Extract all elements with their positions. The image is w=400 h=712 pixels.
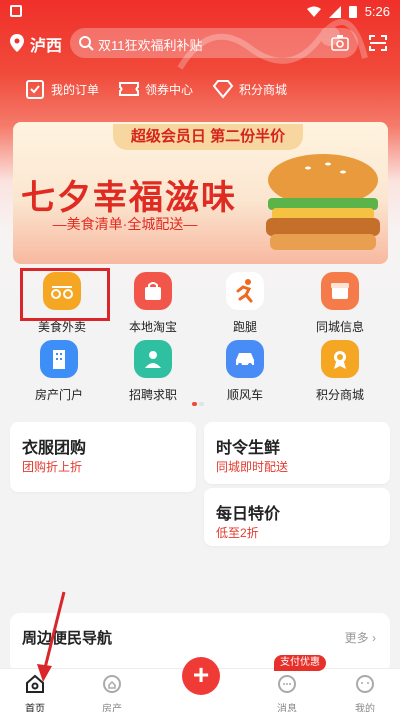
quick-link-label: 我的订单 xyxy=(51,82,100,97)
diamond-icon xyxy=(212,80,234,99)
status-bar: 5:26 xyxy=(0,0,400,24)
signal-icon xyxy=(328,5,341,18)
category-label: 积分商城 xyxy=(315,388,364,402)
search-bar[interactable]: 双11狂欢福利补贴 xyxy=(70,28,358,58)
card-title: 每日特价 xyxy=(216,506,281,523)
house-icon xyxy=(103,675,121,693)
runner-icon xyxy=(226,272,264,310)
category-errand[interactable]: 跑腿 xyxy=(205,272,285,335)
profile-icon xyxy=(356,675,374,693)
more-link[interactable]: 更多 › xyxy=(345,629,376,646)
quick-link-orders[interactable]: 我的订单 xyxy=(24,78,99,100)
camera-icon[interactable] xyxy=(330,33,350,53)
quick-link-label: 领券中心 xyxy=(145,82,194,97)
category-points-mall[interactable]: 积分商城 xyxy=(300,340,380,403)
card-title: 时令生鲜 xyxy=(216,440,281,457)
notification-icon xyxy=(10,5,22,17)
promo-banner[interactable]: 超级会员日 第二份半价 七夕幸福滋味 —美食清单·全城配送— xyxy=(13,122,388,264)
shopping-bag-icon xyxy=(134,272,172,310)
banner-title: 七夕幸福滋味 xyxy=(21,179,237,217)
search-placeholder: 双11狂欢福利补贴 xyxy=(98,38,203,53)
top-bar: 泸西 双11狂欢福利补贴 xyxy=(0,26,400,58)
chevron-right-icon: › xyxy=(372,631,376,645)
nav-profile[interactable]: 我的 xyxy=(340,673,390,712)
category-local-taobao[interactable]: 本地淘宝 xyxy=(113,272,193,335)
nav-real-estate[interactable]: 房产 xyxy=(87,673,137,712)
box-icon xyxy=(321,272,359,310)
nav-label: 房产 xyxy=(102,704,122,712)
category-jobs[interactable]: 招聘求职 xyxy=(113,340,193,403)
card-title: 衣服团购 xyxy=(22,440,87,457)
nav-label: 消息 xyxy=(277,704,297,712)
card-daily-deals[interactable]: 每日特价 低至2折 xyxy=(204,488,390,546)
category-label: 本地淘宝 xyxy=(128,320,177,334)
annotation-arrow-icon xyxy=(37,591,66,682)
coupon-icon xyxy=(119,82,139,96)
category-carpool[interactable]: 顺风车 xyxy=(205,340,285,403)
category-city-info[interactable]: 同城信息 xyxy=(300,272,380,335)
nav-messages[interactable]: 消息 xyxy=(262,673,312,712)
burger-image-icon xyxy=(266,154,380,250)
order-icon xyxy=(26,80,44,99)
car-icon xyxy=(226,340,264,378)
pay-discount-badge: 支付优惠 xyxy=(274,655,326,671)
scan-icon[interactable] xyxy=(368,34,388,52)
building-icon xyxy=(40,340,78,378)
banner-subtitle: —美食清单·全城配送— xyxy=(52,216,198,232)
highlight-box xyxy=(20,268,110,321)
category-label: 跑腿 xyxy=(232,320,257,334)
message-icon xyxy=(278,675,296,693)
category-label: 房产门户 xyxy=(34,388,83,402)
award-icon xyxy=(321,340,359,378)
quick-link-points-mall[interactable]: 积分商城 xyxy=(212,78,287,100)
carousel-dots xyxy=(192,402,206,406)
card-subtitle: 团购折上折 xyxy=(22,460,83,474)
card-clothing-group-buy[interactable]: 衣服团购 团购折上折 xyxy=(10,422,196,492)
quick-link-label: 积分商城 xyxy=(239,82,288,97)
wifi-icon xyxy=(306,6,321,17)
nav-label: 我的 xyxy=(355,704,375,712)
status-right: 5:26 xyxy=(306,4,390,19)
publish-plus-button[interactable]: + xyxy=(182,657,220,695)
city-selector[interactable]: 泸西 xyxy=(30,32,62,56)
quick-link-coupons[interactable]: 领券中心 xyxy=(118,78,193,100)
more-label: 更多 xyxy=(344,631,369,645)
status-time: 5:26 xyxy=(364,4,390,19)
banner-pill: 超级会员日 第二份半价 xyxy=(113,124,303,150)
category-label: 招聘求职 xyxy=(128,388,177,402)
category-real-estate[interactable]: 房产门户 xyxy=(19,340,99,403)
search-icon xyxy=(79,36,94,51)
nav-label: 首页 xyxy=(25,704,45,712)
person-icon xyxy=(134,340,172,378)
battery-icon xyxy=(348,6,357,18)
category-label: 顺风车 xyxy=(226,388,263,402)
category-label: 同城信息 xyxy=(315,320,364,334)
card-subtitle: 低至2折 xyxy=(216,526,259,540)
card-subtitle: 同城即时配送 xyxy=(216,460,289,474)
card-fresh-produce[interactable]: 时令生鲜 同城即时配送 xyxy=(204,422,390,484)
location-pin-icon[interactable] xyxy=(10,34,24,52)
